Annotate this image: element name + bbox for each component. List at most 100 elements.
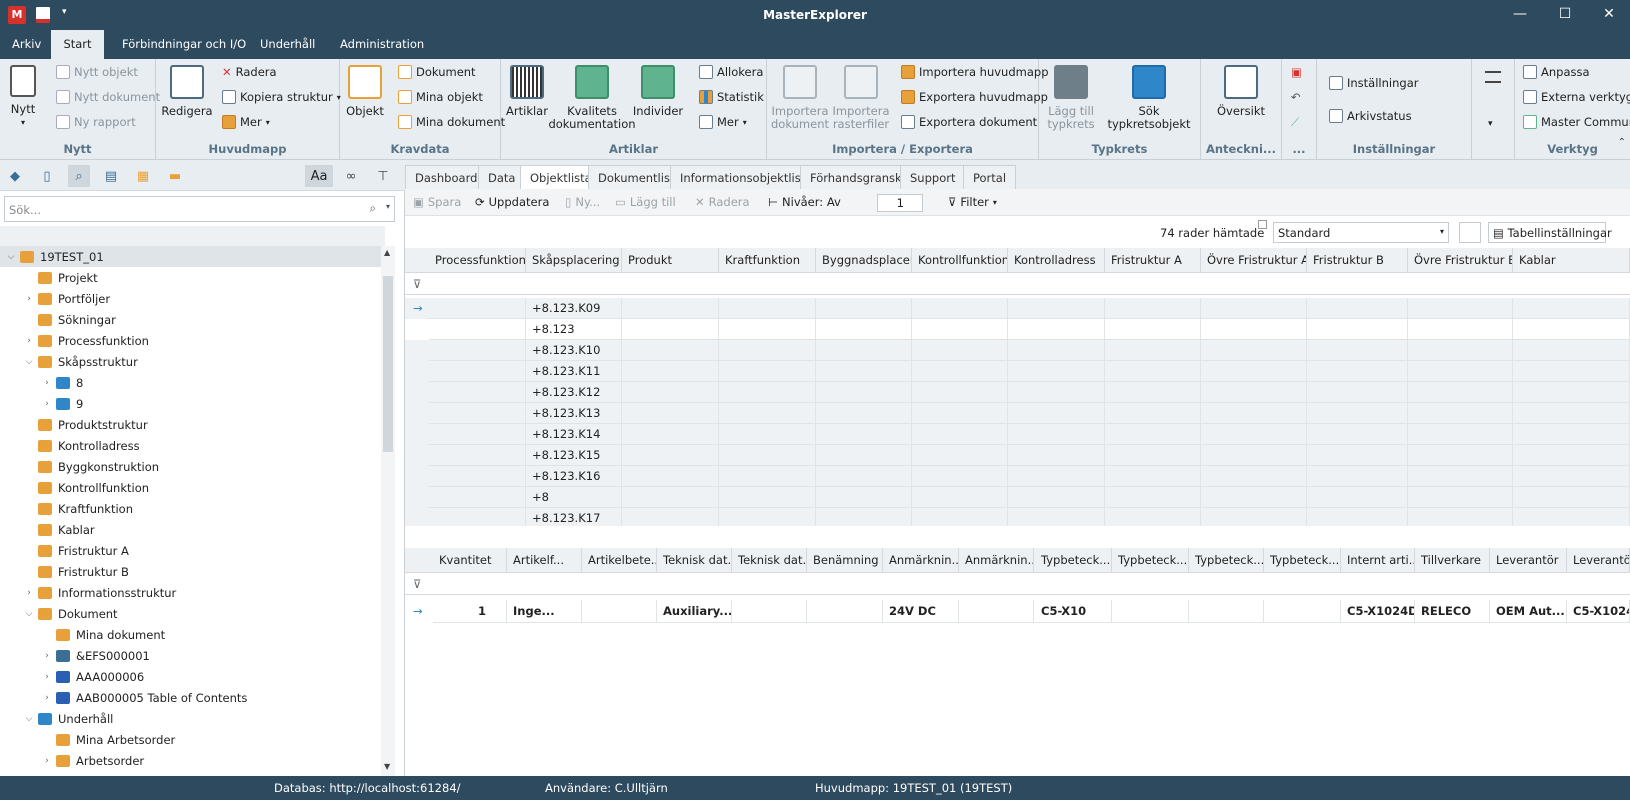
table-cell[interactable]: C5-X1024D — [1341, 600, 1415, 623]
table-cell[interactable] — [1105, 487, 1201, 508]
column-header[interactable]: Processfunktion — [429, 248, 526, 273]
table-row[interactable]: +8.123.K12 — [405, 382, 1630, 403]
table-cell[interactable] — [429, 361, 526, 382]
column-header[interactable]: Fristruktur B — [1307, 248, 1408, 273]
table-cell[interactable] — [719, 403, 816, 424]
table-cell[interactable] — [1513, 340, 1630, 361]
tree-node[interactable]: Sökningar — [0, 309, 381, 330]
tree-node[interactable]: Projekt — [0, 267, 381, 288]
table-row[interactable]: → 1 Inge... Auxiliary... 24V DC C5-X10 C5-X102… — [405, 600, 1630, 623]
expand-arrow-icon[interactable]: › — [22, 336, 36, 346]
table-cell[interactable] — [1201, 466, 1307, 487]
column-header[interactable]: Kraftfunktion — [719, 248, 816, 273]
table-cell[interactable] — [1189, 600, 1264, 623]
table-cell[interactable] — [719, 466, 816, 487]
column-header[interactable]: Fristruktur A — [1105, 248, 1201, 273]
quantity-stepper[interactable]: 1 — [433, 600, 507, 623]
column-chooser-icon[interactable] — [1459, 222, 1481, 243]
table-cell[interactable] — [912, 319, 1008, 340]
table-cell[interactable] — [1008, 340, 1105, 361]
table-cell[interactable] — [1513, 487, 1630, 508]
table-cell[interactable]: +8.123.K17 — [526, 508, 622, 526]
table-cell[interactable] — [1513, 466, 1630, 487]
table-row[interactable]: +8.123.K16 — [405, 466, 1630, 487]
table-cell[interactable] — [1408, 487, 1513, 508]
nivaer-button[interactable]: ⊢ Nivåer: Av — [768, 195, 841, 209]
table-cell[interactable] — [1408, 382, 1513, 403]
table-cell[interactable]: +8 — [526, 487, 622, 508]
tree-node[interactable]: › &EFS000001 — [0, 645, 381, 666]
column-header[interactable]: Kablar — [1513, 248, 1630, 273]
table-cell[interactable] — [1201, 508, 1307, 526]
externa-verktyg-button[interactable]: Externa verktyg — [1523, 90, 1630, 104]
tree-node[interactable]: Byggkonstruktion — [0, 456, 381, 477]
exportera-dokument-button[interactable]: Exportera dokument — [901, 115, 1037, 129]
document-icon[interactable]: ▯ — [36, 165, 58, 187]
filter-button[interactable]: ⊽ Filter ▾ — [948, 195, 997, 209]
table-row[interactable]: +8.123.K15 — [405, 445, 1630, 466]
column-header[interactable]: Typbeteck... — [1189, 548, 1264, 573]
column-header[interactable]: Produkt — [622, 248, 719, 273]
column-header[interactable]: Kontrollfunktion — [912, 248, 1008, 273]
table-cell[interactable] — [1008, 361, 1105, 382]
table-cell[interactable] — [1408, 508, 1513, 526]
table-cell[interactable] — [912, 487, 1008, 508]
expand-arrow-icon[interactable]: › — [40, 651, 54, 661]
expand-arrow-icon[interactable]: ⌵ — [22, 609, 36, 619]
table-cell[interactable] — [1408, 340, 1513, 361]
tree-node[interactable]: Kablar — [0, 519, 381, 540]
tree-node[interactable]: Kontrolladress — [0, 435, 381, 456]
table-cell[interactable] — [1201, 319, 1307, 340]
mina-dokument-button[interactable]: Mina dokument — [398, 115, 505, 129]
table-cell[interactable] — [429, 403, 526, 424]
expand-arrow-icon[interactable]: › — [40, 399, 54, 409]
table-cell[interactable] — [1201, 403, 1307, 424]
table-cell[interactable] — [816, 487, 912, 508]
column-header[interactable]: Leverantör — [1490, 548, 1567, 573]
tree-node[interactable]: › AAB000005 Table of Contents — [0, 687, 381, 708]
table-cell[interactable]: +8.123 — [526, 319, 622, 340]
tree-node[interactable]: Kraftfunktion — [0, 498, 381, 519]
table-cell[interactable] — [1513, 445, 1630, 466]
tree-node[interactable]: ⌵ Dokument — [0, 603, 381, 624]
minimize-icon[interactable]: — — [1505, 6, 1535, 22]
table-row[interactable]: +8.123 — [405, 319, 1630, 340]
arkivstatus-button[interactable]: Arkivstatus — [1329, 109, 1412, 123]
table-cell[interactable] — [912, 361, 1008, 382]
table-row[interactable]: +8.123.K10 — [405, 340, 1630, 361]
table-row[interactable]: → +8.123.K09 — [405, 298, 1630, 319]
table-cell[interactable] — [429, 445, 526, 466]
expand-arrow-icon[interactable]: › — [22, 588, 36, 598]
close-icon[interactable]: ✕ — [1594, 6, 1624, 22]
search-document-icon[interactable]: ⌕ — [68, 165, 90, 187]
table-cell[interactable] — [1307, 487, 1408, 508]
table-cell[interactable] — [429, 319, 526, 340]
table-cell[interactable] — [1008, 319, 1105, 340]
table-cell[interactable] — [719, 445, 816, 466]
undo-icon[interactable]: ↶ — [1291, 90, 1301, 104]
kvalitets-dokumentation-button[interactable]: Kvalitets dokumentation — [548, 65, 636, 131]
table-cell[interactable] — [1307, 445, 1408, 466]
search-icon[interactable]: ⌕ — [370, 201, 376, 216]
table-cell[interactable] — [1105, 445, 1201, 466]
table-cell[interactable] — [1201, 382, 1307, 403]
table-cell[interactable] — [1513, 403, 1630, 424]
filter-row[interactable]: ⊽ — [405, 573, 1630, 595]
artiklar-mer-button[interactable]: Mer ▾ — [699, 115, 747, 129]
table-cell[interactable] — [719, 424, 816, 445]
redigera-button[interactable]: Redigera — [161, 65, 213, 118]
tree-node[interactable]: ⌵ Skåpsstruktur — [0, 351, 381, 372]
table-cell[interactable] — [959, 600, 1034, 623]
table-cell[interactable] — [1105, 298, 1201, 319]
table-cell[interactable] — [1105, 382, 1201, 403]
tree-node[interactable]: ⌵ Underhåll — [0, 708, 381, 729]
content-tab[interactable]: Dashboard — [405, 165, 488, 189]
table-cell[interactable] — [622, 298, 719, 319]
table-cell[interactable] — [1307, 382, 1408, 403]
anpassa-button[interactable]: Anpassa — [1523, 65, 1590, 79]
table-cell[interactable] — [719, 487, 816, 508]
column-header[interactable]: Typbeteck... — [1112, 548, 1189, 573]
table-cell[interactable] — [1307, 361, 1408, 382]
table-cell[interactable] — [719, 361, 816, 382]
tree-node[interactable]: › 8 — [0, 372, 381, 393]
